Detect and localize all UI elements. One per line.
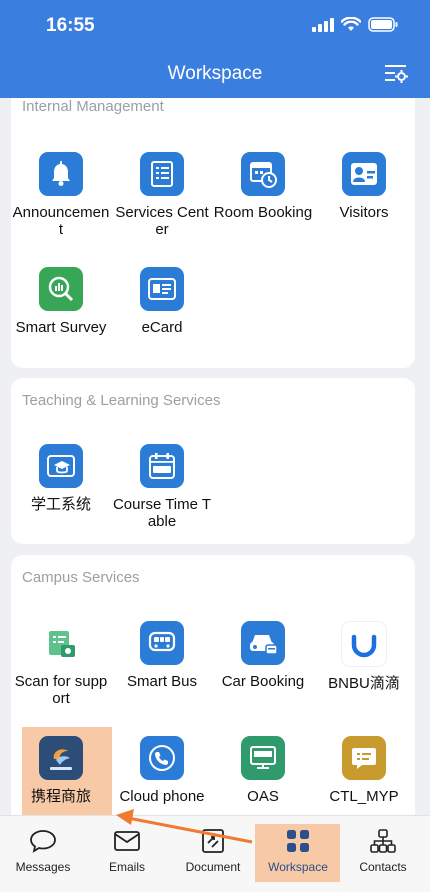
- internal-management-section: Internal Management Announcement Service…: [11, 98, 415, 368]
- course-calendar-icon: [140, 444, 184, 488]
- status-icons: [312, 17, 398, 32]
- campus-services-section: Campus Services Scan for support Smart B…: [11, 555, 415, 817]
- bus-icon: [140, 621, 184, 665]
- tab-workspace[interactable]: Workspace: [255, 816, 341, 892]
- app-label: BNBU滴滴: [328, 675, 400, 692]
- app-label: Cloud phone: [119, 788, 205, 805]
- app-student-affairs[interactable]: 学工系统: [11, 444, 111, 513]
- app-scan-for-support[interactable]: Scan for support: [11, 621, 111, 707]
- app-ctl-myp[interactable]: CTL_MYP: [314, 736, 414, 805]
- bottom-tab-bar: Messages Emails Document Workspace Conta…: [0, 815, 430, 892]
- app-label: Announcement: [12, 204, 110, 238]
- tab-label: Contacts: [359, 860, 407, 874]
- chat-list-icon: [342, 736, 386, 780]
- teaching-learning-section: Teaching & Learning Services 学工系统 Course…: [11, 378, 415, 544]
- section-title: Teaching & Learning Services: [22, 392, 221, 409]
- visitor-card-icon: [342, 152, 386, 196]
- app-bnbu-didi[interactable]: BNBU滴滴: [314, 621, 414, 692]
- message-bubble-icon: [28, 826, 58, 856]
- didi-icon: [341, 621, 387, 667]
- app-room-booking[interactable]: Room Booking: [213, 152, 313, 221]
- tab-emails[interactable]: Emails: [84, 816, 170, 892]
- app-announcement[interactable]: Announcement: [11, 152, 111, 238]
- envelope-icon: [112, 826, 142, 856]
- tab-messages[interactable]: Messages: [0, 816, 86, 892]
- section-title: Internal Management: [22, 98, 164, 115]
- tab-label: Emails: [108, 860, 145, 874]
- section-title: Campus Services: [22, 569, 140, 586]
- scan-support-icon: [39, 621, 83, 665]
- app-smart-bus[interactable]: Smart Bus: [112, 621, 212, 690]
- app-label: Course Time Table: [112, 496, 212, 530]
- app-label: eCard: [141, 319, 183, 336]
- settings-sliders-icon[interactable]: [384, 63, 408, 83]
- wifi-icon: [341, 17, 361, 31]
- survey-chart-icon: [39, 267, 83, 311]
- app-smart-survey[interactable]: Smart Survey: [11, 267, 111, 336]
- ctrip-icon: [39, 736, 83, 780]
- car-icon: [241, 621, 285, 665]
- app-label: Room Booking: [213, 204, 313, 221]
- tab-label: Document: [185, 860, 241, 874]
- app-course-time-table[interactable]: Course Time Table: [112, 444, 212, 530]
- app-label: Services Center: [115, 204, 209, 238]
- tab-label: Workspace: [268, 860, 328, 874]
- org-chart-icon: [368, 826, 398, 856]
- id-card-icon: [140, 267, 184, 311]
- app-oas[interactable]: OAS: [213, 736, 313, 805]
- bell-icon: [39, 152, 83, 196]
- tab-document[interactable]: Document: [170, 816, 256, 892]
- tab-contacts[interactable]: Contacts: [340, 816, 426, 892]
- checklist-icon: [140, 152, 184, 196]
- app-label: Car Booking: [221, 673, 305, 690]
- status-time: 16:55: [46, 15, 95, 36]
- battery-icon: [368, 17, 398, 32]
- app-services-center[interactable]: Services Center: [112, 152, 212, 238]
- page-title: Workspace: [167, 63, 263, 84]
- app-label: 学工系统: [30, 496, 91, 513]
- header-bar: 16:55 Workspace: [0, 0, 430, 98]
- grid-icon: [283, 826, 313, 856]
- app-label: OAS: [247, 788, 279, 805]
- app-ctrip-business-travel[interactable]: 携程商旅: [11, 736, 111, 805]
- app-label: Smart Survey: [15, 319, 107, 336]
- document-share-icon: [198, 826, 228, 856]
- app-label: 携程商旅: [30, 788, 91, 805]
- signal-icon: [312, 17, 334, 32]
- app-label: Visitors: [339, 204, 389, 221]
- tab-label: Messages: [15, 860, 71, 874]
- app-ecard[interactable]: eCard: [112, 267, 212, 336]
- app-visitors[interactable]: Visitors: [314, 152, 414, 221]
- www-monitor-icon: [241, 736, 285, 780]
- app-label: Smart Bus: [126, 673, 198, 690]
- app-car-booking[interactable]: Car Booking: [213, 621, 313, 690]
- graduation-cap-icon: [39, 444, 83, 488]
- calendar-clock-icon: [241, 152, 285, 196]
- phone-icon: [140, 736, 184, 780]
- app-cloud-phone[interactable]: Cloud phone: [112, 736, 212, 805]
- app-label: CTL_MYP: [329, 788, 399, 805]
- app-label: Scan for support: [14, 673, 108, 707]
